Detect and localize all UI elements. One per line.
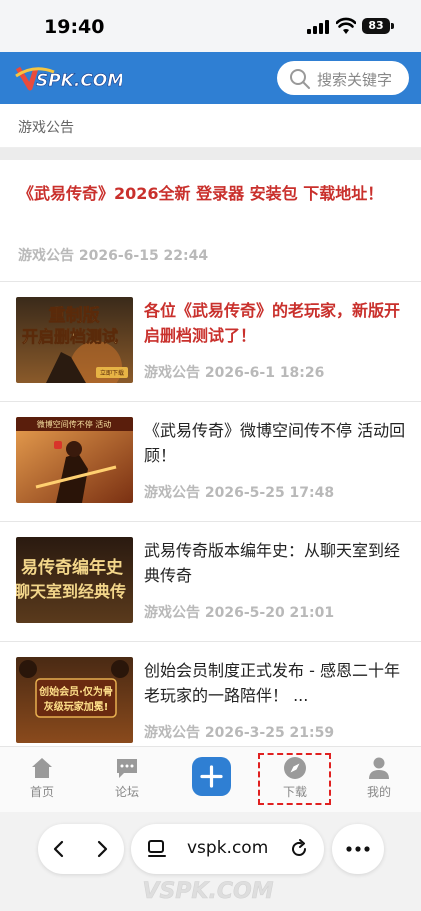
list-item-date: 2026-5-25 17:48 <box>204 485 335 501</box>
list-item-meta: 游戏公告 2026-6-1 18:26 <box>144 362 324 382</box>
list-item-meta: 游戏公告 2026-5-20 21:01 <box>144 602 334 622</box>
nav-item-profile[interactable]: 我的 <box>344 747 414 813</box>
bottom-nav: 首页 论坛 下载 我的 <box>0 746 421 812</box>
article-thumbnail[interactable]: 重制版 开启删档测试 立即下载 <box>16 297 133 383</box>
list-item-meta: 游戏公告 2026-3-25 21:59 <box>144 722 334 742</box>
thumb-text-line: 开启删档测试 <box>22 327 118 346</box>
nav-item-home[interactable]: 首页 <box>7 747 77 813</box>
list-item-title[interactable]: 武易传奇版本编年史：从聊天室到经典传奇 <box>144 538 409 588</box>
list-item[interactable]: 微博空间传不停 活动 《武易传奇》微博空间传不停 活动回顾！ 游戏公告 2026… <box>0 401 421 519</box>
forward-icon[interactable] <box>92 839 112 859</box>
list-item[interactable]: 易传奇编年史 聊天室到经典传 武易传奇版本编年史：从聊天室到经典传奇 游戏公告 … <box>0 521 421 639</box>
article-title[interactable]: 《武易传奇》2026全新 登录器 安装包 下载地址！ <box>18 180 413 204</box>
list-item[interactable]: 创始会员·仅为骨 灰级玩家加冕! 创始会员制度正式发布 - 感恩二十年老玩家的一… <box>0 641 421 746</box>
nav-label: 论坛 <box>114 785 139 799</box>
search-icon <box>290 69 310 89</box>
article-date: 2026-6-15 22:44 <box>78 248 209 264</box>
site-logo[interactable]: SPK.COM <box>14 62 122 94</box>
thumb-text-line: 灰级玩家加冕! <box>44 700 109 713</box>
list-item-date: 2026-5-20 21:01 <box>204 605 335 621</box>
nav-item-forum[interactable]: 论坛 <box>92 747 162 813</box>
back-icon[interactable] <box>49 839 69 859</box>
more-button[interactable] <box>332 824 384 874</box>
article-thumbnail[interactable]: 微博空间传不停 活动 <box>16 417 133 503</box>
article-meta: 游戏公告 2026-6-15 22:44 <box>18 245 208 265</box>
thumb-badge: 立即下载 <box>100 369 124 377</box>
reload-icon[interactable] <box>289 839 309 859</box>
address-bar[interactable]: vspk.com <box>131 824 324 874</box>
status-time: 19:40 <box>44 16 105 38</box>
breadcrumb-category[interactable]: 游戏公告 <box>18 117 74 137</box>
more-icon <box>346 846 370 852</box>
list-item-category: 游戏公告 <box>144 365 200 381</box>
breadcrumb: 游戏公告 <box>0 104 421 148</box>
list-item-date: 2026-6-1 18:26 <box>204 365 325 381</box>
list-item-title[interactable]: 《武易传奇》微博空间传不停 活动回顾！ <box>144 418 409 468</box>
watermark-logo: VSPK.COM <box>142 879 274 905</box>
history-nav <box>38 824 124 874</box>
battery-tip <box>391 23 394 29</box>
chat-icon <box>117 759 137 778</box>
post-button[interactable] <box>192 757 231 796</box>
section-gap <box>0 148 421 160</box>
article-category: 游戏公告 <box>18 248 74 264</box>
thumb-text-line: 微博空间传不停 活动 <box>37 419 112 429</box>
thumb-text-line: 重制版 <box>49 305 100 326</box>
site-header: SPK.COM 搜索关键字 <box>0 52 421 104</box>
thumb-text-line: 创始会员·仅为骨 <box>38 685 113 698</box>
wifi-icon <box>336 17 356 34</box>
article-thumbnail[interactable]: 易传奇编年史 聊天室到经典传 <box>16 537 133 623</box>
page-settings-icon[interactable] <box>147 839 167 859</box>
plus-icon <box>200 765 223 788</box>
nav-label: 我的 <box>366 785 391 799</box>
list-item-title[interactable]: 创始会员制度正式发布 - 感恩二十年老玩家的一路陪伴！ ... <box>144 658 409 708</box>
svg-text:SPK.COM: SPK.COM <box>36 71 122 91</box>
highlight-box <box>258 753 331 805</box>
list-item-category: 游戏公告 <box>144 605 200 621</box>
nav-label: 首页 <box>29 785 54 799</box>
thumb-text-line: 聊天室到经典传 <box>16 582 126 601</box>
search-placeholder: 搜索关键字 <box>317 71 393 89</box>
search-box[interactable]: 搜索关键字 <box>277 61 409 95</box>
list-item-date: 2026-3-25 21:59 <box>204 725 335 741</box>
list-item-title[interactable]: 各位《武易传奇》的老玩家，新版开启删档测试了！ <box>144 298 409 348</box>
thumb-text-line: 易传奇编年史 <box>21 557 124 578</box>
cellular-signal-icon <box>307 20 329 34</box>
list-item-category: 游戏公告 <box>144 725 200 741</box>
battery-indicator: 83 <box>362 18 390 34</box>
url-text: vspk.com <box>187 838 269 858</box>
svg-text:VSPK.COM: VSPK.COM <box>142 879 273 904</box>
browser-toolbar: vspk.com VSPK.COM <box>0 812 421 911</box>
list-item[interactable]: 重制版 开启删档测试 立即下载 各位《武易传奇》的老玩家，新版开启删档测试了！ … <box>0 281 421 399</box>
article-thumbnail[interactable]: 创始会员·仅为骨 灰级玩家加冕! <box>16 657 133 743</box>
status-bar: 19:40 83 <box>0 0 421 52</box>
list-item-meta: 游戏公告 2026-5-25 17:48 <box>144 482 334 502</box>
list-item-category: 游戏公告 <box>144 485 200 501</box>
home-icon <box>32 758 52 778</box>
user-icon <box>369 757 389 779</box>
